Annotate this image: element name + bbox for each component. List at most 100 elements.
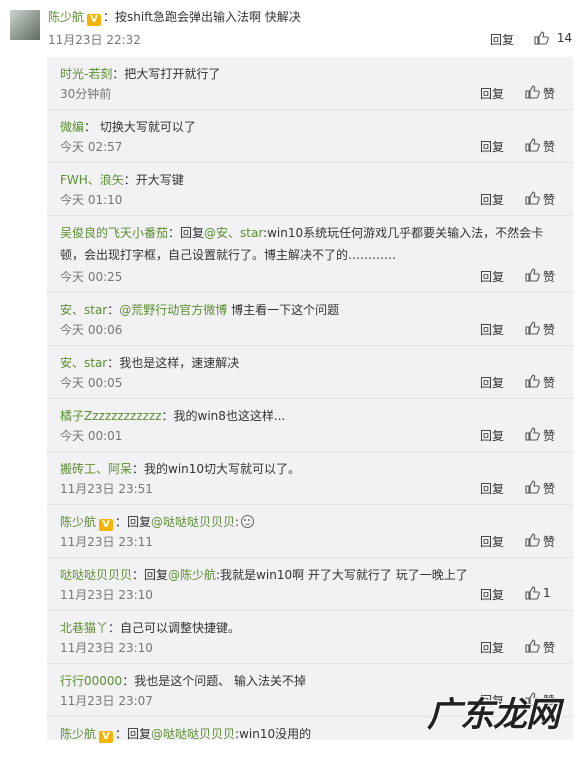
reply-item: FWH、浪矢：开大写键 今天 01:10 回复 赞 xyxy=(47,163,573,216)
thumbs-up-icon xyxy=(534,31,549,45)
main-comment-text: 按shift急跑会弹出输入法啊 快解决 xyxy=(115,10,301,24)
reply-time: 今天 00:01 xyxy=(60,429,123,443)
like-button[interactable] xyxy=(525,138,540,152)
like-button[interactable] xyxy=(525,480,540,494)
reply-author[interactable]: 微编 xyxy=(60,120,84,134)
reply-text: :win10没用的 xyxy=(235,727,312,741)
reply-author[interactable]: FWH、浪矢 xyxy=(60,173,124,187)
reply-text: ：我也是这个问题、 输入法关不掉 xyxy=(122,674,307,688)
main-comment-time: 11月23日 22:32 xyxy=(48,33,141,47)
main-reply-button[interactable]: 回复 xyxy=(490,31,514,48)
reply-button[interactable]: 回复 xyxy=(480,480,504,497)
reply-time: 11月23日 23:11 xyxy=(60,535,153,549)
main-like-count: 14 xyxy=(556,31,573,45)
reply-button[interactable]: 回复 xyxy=(480,138,504,155)
avatar[interactable] xyxy=(10,10,40,40)
reply-mention[interactable]: @哒哒哒贝贝贝 xyxy=(151,727,235,741)
reply-item: 搬砖工、阿呆：我的win10切大写就可以了。 11月23日 23:51 回复 赞 xyxy=(47,452,573,505)
reply-time: 11月23日 23:51 xyxy=(60,482,153,496)
main-comment-line: 陈少航 V ：按shift急跑会弹出输入法啊 快解决 xyxy=(48,8,301,26)
reply-mention[interactable]: @哒哒哒贝贝贝 xyxy=(151,515,235,529)
main-like-button[interactable]: 14 xyxy=(534,31,572,45)
reply-button[interactable]: 回复 xyxy=(480,268,504,285)
like-button[interactable] xyxy=(525,374,540,388)
reply-author[interactable]: 行行00000 xyxy=(60,674,122,688)
reply-text: ：把大写打开就行了 xyxy=(112,67,221,81)
reply-item: 微编： 切换大写就可以了 今天 02:57 回复 赞 xyxy=(47,110,573,163)
reply-text: 博主看一下这个问题 xyxy=(227,303,340,317)
reply-button[interactable]: 回复 xyxy=(480,586,504,603)
like-label[interactable]: 赞 xyxy=(543,85,555,102)
like-label[interactable]: 赞 xyxy=(543,191,555,208)
reply-time: 今天 01:10 xyxy=(60,193,123,207)
reply-prefix: ：回复 xyxy=(132,568,169,582)
reply-prefix: ：回复 xyxy=(168,226,205,240)
like-label[interactable]: 赞 xyxy=(543,268,555,285)
reply-item: 安、star：@荒野行动官方微博 博主看一下这个问题 今天 00:06 回复 赞 xyxy=(47,293,573,346)
reply-author[interactable]: 北巷猫丫 xyxy=(60,621,108,635)
reply-mention[interactable]: @陈少航 xyxy=(168,568,216,582)
reply-author[interactable]: 橘子Zzzzzzzzzzzz xyxy=(60,409,162,423)
thumbs-up-icon xyxy=(525,480,540,494)
like-count[interactable]: 1 xyxy=(543,586,551,600)
reply-author[interactable]: 安、star xyxy=(60,303,107,317)
reply-author[interactable]: 陈少航 xyxy=(60,727,96,741)
reply-time: 今天 00:05 xyxy=(60,376,123,390)
main-comment-colon: ： xyxy=(103,10,116,24)
reply-button[interactable]: 回复 xyxy=(480,321,504,338)
thumbs-up-icon xyxy=(525,268,540,282)
like-label[interactable]: 赞 xyxy=(543,480,555,497)
reply-button[interactable]: 回复 xyxy=(480,374,504,391)
reply-prefix: ：回复 xyxy=(115,727,152,741)
like-label[interactable]: 赞 xyxy=(543,533,555,550)
reply-button[interactable]: 回复 xyxy=(480,427,504,444)
reply-button[interactable]: 回复 xyxy=(480,85,504,102)
reply-mention[interactable]: @荒野行动官方微博 xyxy=(119,303,227,317)
reply-text: ：自己可以调整快捷键。 xyxy=(108,621,241,635)
thumbs-up-icon xyxy=(525,191,540,205)
like-button[interactable] xyxy=(525,268,540,282)
like-button[interactable] xyxy=(525,85,540,99)
like-button[interactable] xyxy=(525,321,540,335)
thumbs-up-icon xyxy=(525,321,540,335)
like-label[interactable]: 赞 xyxy=(543,374,555,391)
reply-author[interactable]: 安、star xyxy=(60,356,107,370)
main-comment-author[interactable]: 陈少航 xyxy=(48,10,84,24)
reply-prefix: ：回复 xyxy=(115,515,152,529)
like-button[interactable] xyxy=(525,639,540,653)
reply-author[interactable]: 吴俊良的飞天小番茄 xyxy=(60,226,168,240)
verified-badge-icon: V xyxy=(99,731,114,743)
like-label[interactable]: 赞 xyxy=(543,321,555,338)
reply-mention[interactable]: @安、star xyxy=(204,226,263,240)
like-button[interactable] xyxy=(525,533,540,547)
main-comment: 陈少航 V ：按shift急跑会弹出输入法啊 快解决 11月23日 22:32 回复… xyxy=(0,0,581,50)
verified-badge-icon: V xyxy=(87,14,102,26)
reply-text: ：开大写键 xyxy=(123,173,184,187)
reply-time: 30分钟前 xyxy=(60,87,112,101)
reply-item: 时光-若刻：把大写打开就行了 30分钟前 回复 赞 xyxy=(47,57,573,110)
reply-prefix: ： xyxy=(107,303,120,317)
reply-button[interactable]: 回复 xyxy=(480,191,504,208)
reply-button[interactable]: 回复 xyxy=(480,533,504,550)
reply-author[interactable]: 哒哒哒贝贝贝 xyxy=(60,568,132,582)
reply-text: ：我的win10切大写就可以了。 xyxy=(132,462,301,476)
reply-time: 今天 00:25 xyxy=(60,270,123,284)
reply-item: 哒哒哒贝贝贝：回复@陈少航:我就是win10啊 开了大写就行了 玩了一晚上了 1… xyxy=(47,558,573,611)
reply-item: 北巷猫丫：自己可以调整快捷键。 11月23日 23:10 回复 赞 xyxy=(47,611,573,664)
reply-author[interactable]: 时光-若刻 xyxy=(60,67,112,81)
like-button[interactable] xyxy=(525,191,540,205)
reply-author[interactable]: 陈少航 xyxy=(60,515,96,529)
reply-time: 11月23日 23:10 xyxy=(60,588,153,602)
reply-author[interactable]: 搬砖工、阿呆 xyxy=(60,462,132,476)
like-label[interactable]: 赞 xyxy=(543,138,555,155)
like-label[interactable]: 赞 xyxy=(543,639,555,656)
like-label[interactable]: 赞 xyxy=(543,427,555,444)
smiley-emoji-icon xyxy=(241,515,255,528)
like-button[interactable] xyxy=(525,427,540,441)
thumbs-up-icon xyxy=(525,85,540,99)
thumbs-up-icon xyxy=(525,138,540,152)
reply-button[interactable]: 回复 xyxy=(480,639,504,656)
reply-time: 11月23日 23:07 xyxy=(60,694,153,708)
thumbs-up-icon xyxy=(525,533,540,547)
like-button[interactable] xyxy=(525,586,540,600)
